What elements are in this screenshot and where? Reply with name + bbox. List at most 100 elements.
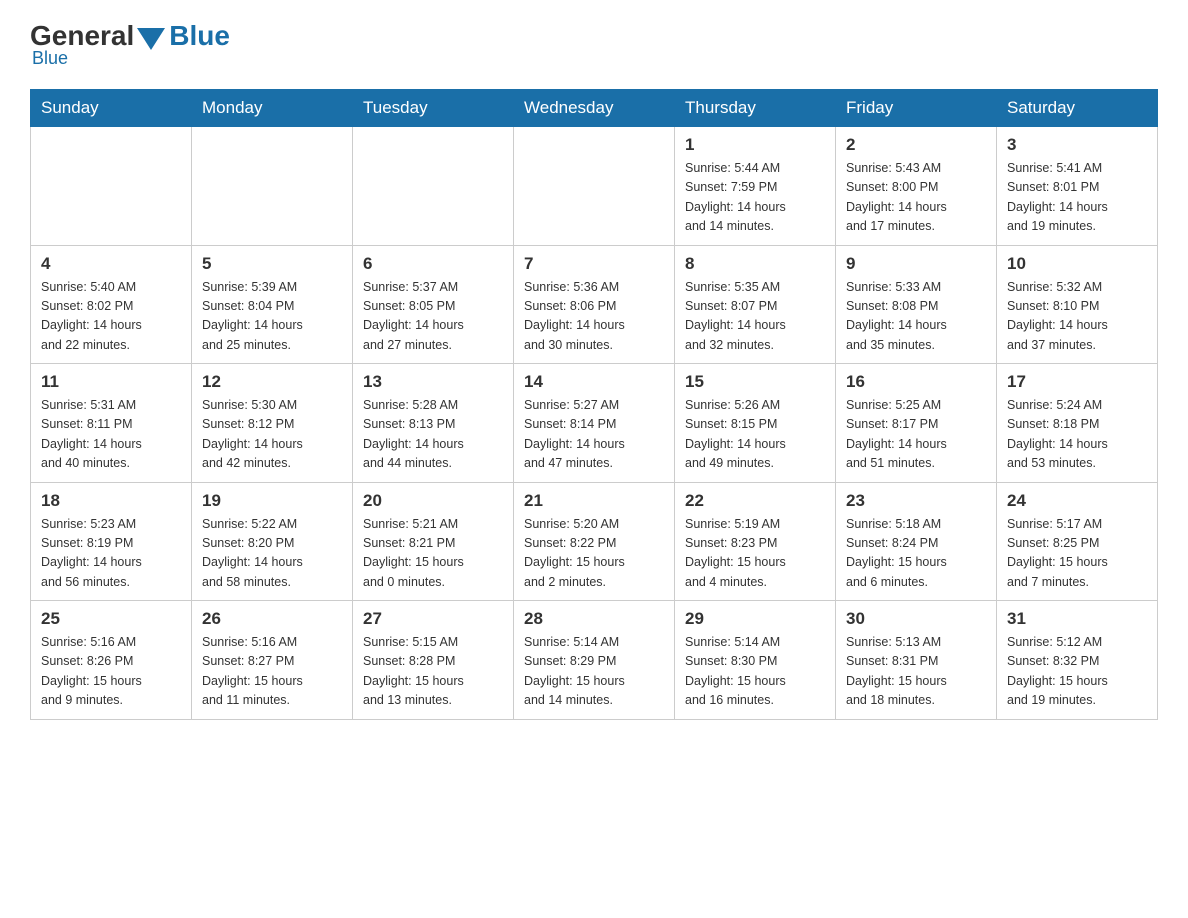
calendar-cell: 18Sunrise: 5:23 AM Sunset: 8:19 PM Dayli… [31, 482, 192, 601]
day-info: Sunrise: 5:40 AM Sunset: 8:02 PM Dayligh… [41, 278, 181, 356]
calendar-cell [514, 127, 675, 246]
day-info: Sunrise: 5:14 AM Sunset: 8:30 PM Dayligh… [685, 633, 825, 711]
day-number: 13 [363, 372, 503, 392]
calendar-cell: 15 Sunrise: 5:26 AM Sunset: 8:15 PM Dayli… [675, 364, 836, 483]
day-info: Sunrise: 5:28 AM Sunset: 8:13 PM Dayligh… [363, 396, 503, 474]
calendar-cell: 23 Sunrise: 5:18 AM Sunset: 8:24 PM Dayli… [836, 482, 997, 601]
day-info: Sunrise: 5:32 AM Sunset: 8:10 PM Dayligh… [1007, 278, 1147, 356]
calendar-cell [353, 127, 514, 246]
day-number: 7 [524, 254, 664, 274]
day-info: Sunrise: 5:14 AM Sunset: 8:29 PM Dayligh… [524, 633, 664, 711]
calendar-cell: 7 Sunrise: 5:36 AM Sunset: 8:06 PM Daylig… [514, 245, 675, 364]
day-info: Sunrise: 5:13 AM Sunset: 8:31 PM Dayligh… [846, 633, 986, 711]
calendar-cell: 6Sunrise: 5:37 AM Sunset: 8:05 PM Daylig… [353, 245, 514, 364]
day-number: 31 [1007, 609, 1147, 629]
day-info: Sunrise: 5:41 AM Sunset: 8:01 PM Dayligh… [1007, 159, 1147, 237]
calendar-week-1: 1 Sunrise: 5:44 AM Sunset: 7:59 PM Daylig… [31, 127, 1158, 246]
calendar-cell: 8 Sunrise: 5:35 AM Sunset: 8:07 PM Daylig… [675, 245, 836, 364]
day-number: 12 [202, 372, 342, 392]
day-info: Sunrise: 5:44 AM Sunset: 7:59 PM Dayligh… [685, 159, 825, 237]
calendar-cell: 5 Sunrise: 5:39 AM Sunset: 8:04 PM Daylig… [192, 245, 353, 364]
day-info: Sunrise: 5:15 AM Sunset: 8:28 PM Dayligh… [363, 633, 503, 711]
day-info: Sunrise: 5:21 AM Sunset: 8:21 PM Dayligh… [363, 515, 503, 593]
calendar-cell: 19 Sunrise: 5:22 AM Sunset: 8:20 PM Dayli… [192, 482, 353, 601]
day-info: Sunrise: 5:12 AM Sunset: 8:32 PM Dayligh… [1007, 633, 1147, 711]
logo-subtitle: Blue [30, 48, 68, 69]
day-number: 2 [846, 135, 986, 155]
calendar-cell: 24 Sunrise: 5:17 AM Sunset: 8:25 PM Dayli… [997, 482, 1158, 601]
calendar-week-3: 11 Sunrise: 5:31 AM Sunset: 8:11 PM Dayli… [31, 364, 1158, 483]
day-number: 25 [41, 609, 181, 629]
day-info: Sunrise: 5:16 AM Sunset: 8:27 PM Dayligh… [202, 633, 342, 711]
weekday-header-tuesday: Tuesday [353, 90, 514, 127]
calendar-cell [31, 127, 192, 246]
calendar-cell: 21Sunrise: 5:20 AM Sunset: 8:22 PM Dayli… [514, 482, 675, 601]
day-number: 5 [202, 254, 342, 274]
day-info: Sunrise: 5:35 AM Sunset: 8:07 PM Dayligh… [685, 278, 825, 356]
day-info: Sunrise: 5:16 AM Sunset: 8:26 PM Dayligh… [41, 633, 181, 711]
day-info: Sunrise: 5:27 AM Sunset: 8:14 PM Dayligh… [524, 396, 664, 474]
calendar-cell: 17 Sunrise: 5:24 AM Sunset: 8:18 PM Dayli… [997, 364, 1158, 483]
calendar-cell [192, 127, 353, 246]
day-info: Sunrise: 5:39 AM Sunset: 8:04 PM Dayligh… [202, 278, 342, 356]
weekday-header-saturday: Saturday [997, 90, 1158, 127]
day-number: 15 [685, 372, 825, 392]
calendar-cell: 22Sunrise: 5:19 AM Sunset: 8:23 PM Dayli… [675, 482, 836, 601]
day-number: 28 [524, 609, 664, 629]
weekday-header-monday: Monday [192, 90, 353, 127]
day-number: 26 [202, 609, 342, 629]
calendar-cell: 30 Sunrise: 5:13 AM Sunset: 8:31 PM Dayli… [836, 601, 997, 720]
day-number: 21 [524, 491, 664, 511]
day-number: 30 [846, 609, 986, 629]
day-info: Sunrise: 5:23 AM Sunset: 8:19 PM Dayligh… [41, 515, 181, 593]
day-info: Sunrise: 5:33 AM Sunset: 8:08 PM Dayligh… [846, 278, 986, 356]
calendar-cell: 26 Sunrise: 5:16 AM Sunset: 8:27 PM Dayli… [192, 601, 353, 720]
weekday-header-wednesday: Wednesday [514, 90, 675, 127]
weekday-header-friday: Friday [836, 90, 997, 127]
day-number: 3 [1007, 135, 1147, 155]
day-number: 1 [685, 135, 825, 155]
calendar-cell: 29 Sunrise: 5:14 AM Sunset: 8:30 PM Dayli… [675, 601, 836, 720]
day-number: 16 [846, 372, 986, 392]
calendar-cell: 1 Sunrise: 5:44 AM Sunset: 7:59 PM Daylig… [675, 127, 836, 246]
day-number: 29 [685, 609, 825, 629]
calendar-cell: 12 Sunrise: 5:30 AM Sunset: 8:12 PM Dayli… [192, 364, 353, 483]
day-info: Sunrise: 5:31 AM Sunset: 8:11 PM Dayligh… [41, 396, 181, 474]
day-info: Sunrise: 5:26 AM Sunset: 8:15 PM Dayligh… [685, 396, 825, 474]
calendar-cell: 31 Sunrise: 5:12 AM Sunset: 8:32 PM Dayli… [997, 601, 1158, 720]
calendar-cell: 3 Sunrise: 5:41 AM Sunset: 8:01 PM Daylig… [997, 127, 1158, 246]
day-number: 9 [846, 254, 986, 274]
weekday-header-thursday: Thursday [675, 90, 836, 127]
calendar-week-4: 18Sunrise: 5:23 AM Sunset: 8:19 PM Dayli… [31, 482, 1158, 601]
calendar-cell: 14Sunrise: 5:27 AM Sunset: 8:14 PM Dayli… [514, 364, 675, 483]
day-number: 19 [202, 491, 342, 511]
day-info: Sunrise: 5:22 AM Sunset: 8:20 PM Dayligh… [202, 515, 342, 593]
calendar-cell: 13 Sunrise: 5:28 AM Sunset: 8:13 PM Dayli… [353, 364, 514, 483]
calendar-header-row: SundayMondayTuesdayWednesdayThursdayFrid… [31, 90, 1158, 127]
day-info: Sunrise: 5:30 AM Sunset: 8:12 PM Dayligh… [202, 396, 342, 474]
calendar-cell: 28 Sunrise: 5:14 AM Sunset: 8:29 PM Dayli… [514, 601, 675, 720]
calendar-cell: 11 Sunrise: 5:31 AM Sunset: 8:11 PM Dayli… [31, 364, 192, 483]
day-info: Sunrise: 5:18 AM Sunset: 8:24 PM Dayligh… [846, 515, 986, 593]
calendar-week-5: 25 Sunrise: 5:16 AM Sunset: 8:26 PM Dayli… [31, 601, 1158, 720]
calendar-cell: 27Sunrise: 5:15 AM Sunset: 8:28 PM Dayli… [353, 601, 514, 720]
day-number: 10 [1007, 254, 1147, 274]
day-number: 20 [363, 491, 503, 511]
day-number: 17 [1007, 372, 1147, 392]
day-info: Sunrise: 5:24 AM Sunset: 8:18 PM Dayligh… [1007, 396, 1147, 474]
day-number: 23 [846, 491, 986, 511]
day-number: 24 [1007, 491, 1147, 511]
calendar-cell: 9 Sunrise: 5:33 AM Sunset: 8:08 PM Daylig… [836, 245, 997, 364]
day-info: Sunrise: 5:17 AM Sunset: 8:25 PM Dayligh… [1007, 515, 1147, 593]
calendar-cell: 16Sunrise: 5:25 AM Sunset: 8:17 PM Dayli… [836, 364, 997, 483]
day-info: Sunrise: 5:36 AM Sunset: 8:06 PM Dayligh… [524, 278, 664, 356]
day-number: 22 [685, 491, 825, 511]
day-number: 11 [41, 372, 181, 392]
calendar-table: SundayMondayTuesdayWednesdayThursdayFrid… [30, 89, 1158, 720]
calendar-cell: 2Sunrise: 5:43 AM Sunset: 8:00 PM Daylig… [836, 127, 997, 246]
logo: General Blue Blue [30, 20, 230, 69]
calendar-week-2: 4Sunrise: 5:40 AM Sunset: 8:02 PM Daylig… [31, 245, 1158, 364]
logo-triangle-icon [137, 28, 165, 50]
day-number: 8 [685, 254, 825, 274]
page-header: General Blue Blue [30, 20, 1158, 69]
